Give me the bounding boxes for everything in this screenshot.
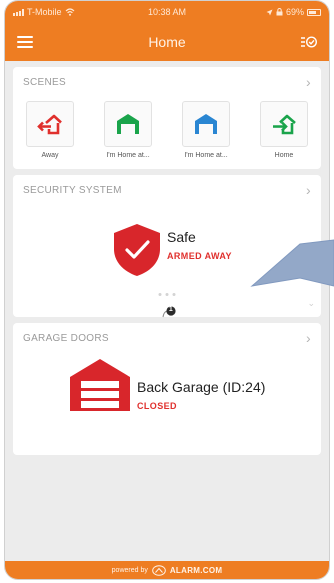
wifi-icon — [65, 8, 74, 16]
leave-home-icon — [37, 114, 62, 135]
carrier-label: T-Mobile — [27, 7, 62, 17]
security-status[interactable]: Safe ARMED AWAY — [167, 229, 232, 261]
brand-name: ALARM.COM — [169, 565, 223, 575]
garage-icon — [117, 114, 139, 134]
garage-title: GARAGE DOORS — [23, 332, 109, 344]
scene-home-at-1[interactable]: I'm Home at... — [97, 101, 159, 159]
chevron-right-icon[interactable]: › — [306, 74, 311, 90]
scenes-list: Away I'm Home at... I'm Home at... Home — [13, 97, 321, 169]
garage-icon — [195, 114, 217, 134]
scenes-header[interactable]: SCENES › — [13, 67, 321, 97]
status-bar: T-Mobile 10:38 AM 69% — [5, 1, 329, 23]
location-icon — [266, 9, 273, 15]
scene-away[interactable]: Away — [19, 101, 81, 159]
garage-state: CLOSED — [137, 401, 177, 411]
scene-label: I'm Home at... — [184, 152, 228, 159]
notification-count: 1 — [168, 306, 173, 313]
page-indicator — [158, 293, 176, 296]
security-header[interactable]: SECURITY SYSTEM › — [13, 175, 321, 205]
chevron-down-icon[interactable]: ⌄ — [307, 298, 315, 309]
page-title: Home — [148, 34, 186, 50]
footer-bar: powered by ALARM.COM — [5, 561, 329, 579]
scene-label: Home — [274, 152, 294, 159]
scene-home-at-2[interactable]: I'm Home at... — [175, 101, 237, 159]
battery-icon — [307, 8, 321, 16]
signal-icon — [13, 8, 24, 16]
garage-card: GARAGE DOORS › Back Garage (ID:24) CLOSE… — [13, 323, 321, 455]
security-state: ARMED AWAY — [167, 251, 232, 261]
callout-pointer — [296, 240, 334, 284]
scene-label: Away — [41, 152, 59, 159]
shield-icon[interactable] — [112, 223, 162, 277]
garage-door-icon[interactable] — [67, 357, 133, 413]
powered-by-label: powered by — [111, 566, 148, 574]
scenes-card: SCENES › Away I'm Home at... I'm Home at… — [13, 67, 321, 169]
security-card: SECURITY SYSTEM › Safe ARMED AWAY 1 ⌄ — [13, 175, 321, 318]
security-title: SECURITY SYSTEM — [23, 184, 122, 196]
chevron-right-icon[interactable]: › — [306, 182, 311, 198]
scene-home[interactable]: Home — [253, 101, 315, 159]
phone-screen: T-Mobile 10:38 AM 69% Home SCENES › Away… — [4, 0, 330, 580]
notification-area[interactable]: 1 — [161, 305, 177, 324]
scene-list-icon[interactable] — [301, 35, 317, 49]
enter-home-icon — [273, 114, 296, 135]
app-bar: Home — [5, 23, 329, 61]
scenes-title: SCENES — [23, 76, 66, 88]
security-name: Safe — [167, 229, 196, 245]
lock-rotation-icon — [276, 8, 283, 16]
garage-status[interactable]: Back Garage (ID:24) CLOSED — [137, 379, 265, 411]
battery-percent: 69% — [285, 7, 304, 17]
alarm-logo-icon — [152, 564, 166, 576]
hamburger-icon[interactable] — [17, 36, 33, 48]
garage-name: Back Garage (ID:24) — [137, 379, 266, 395]
scene-label: I'm Home at... — [106, 152, 150, 159]
garage-header[interactable]: GARAGE DOORS › — [13, 323, 321, 353]
chevron-right-icon[interactable]: › — [306, 330, 311, 346]
